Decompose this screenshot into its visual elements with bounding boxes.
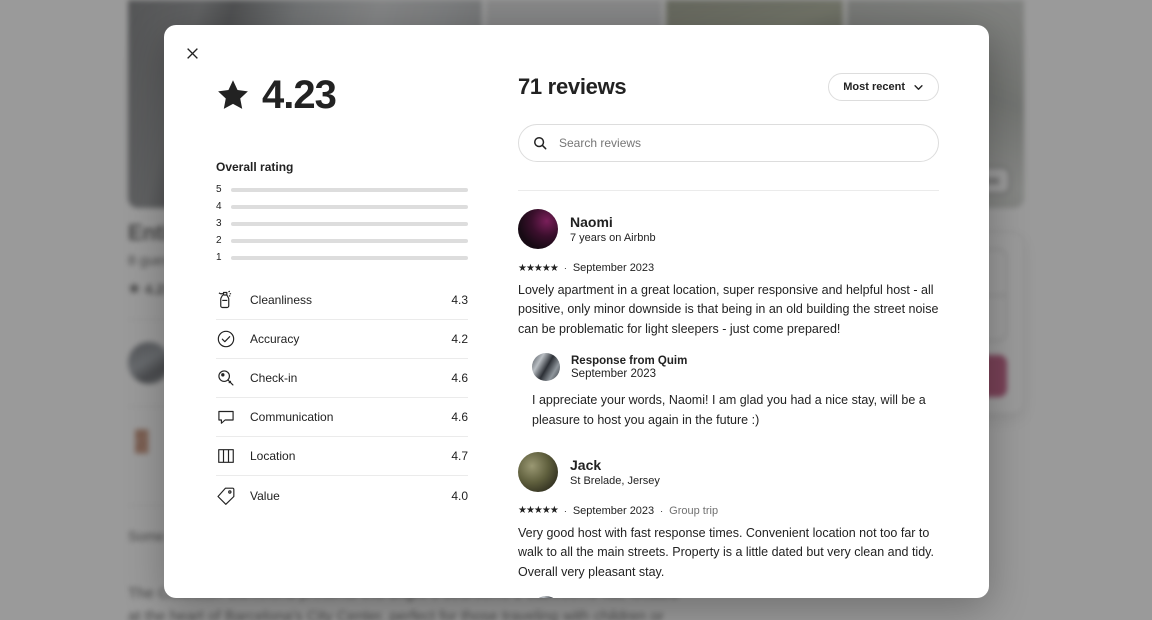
category-row-communication: Communication 4.6 [216, 398, 468, 437]
histogram-row: 1 [216, 252, 468, 263]
category-row-location: Location 4.7 [216, 437, 468, 476]
host-response-header: Response from Quim September 2023 [532, 596, 939, 598]
category-label: Accuracy [250, 332, 300, 346]
histogram-track [231, 238, 468, 243]
category-value: 4.7 [451, 449, 468, 463]
histogram-star-count: 4 [216, 201, 222, 212]
histogram-track [231, 255, 468, 260]
reviews-modal: 4.23 Overall rating 5 4 3 2 1 Cleanlines… [164, 25, 989, 598]
category-row-accuracy: Accuracy 4.2 [216, 320, 468, 359]
key-icon [216, 368, 236, 388]
avatar[interactable] [518, 209, 558, 249]
category-row-checkin: Check-in 4.6 [216, 359, 468, 398]
category-value: 4.3 [451, 293, 468, 307]
review-item: Jack St Brelade, Jersey ★★★★★ · Septembe… [518, 430, 939, 598]
histogram-star-count: 5 [216, 184, 222, 195]
review-meta: ★★★★★ · September 2023 · Group trip [518, 505, 939, 517]
review-item: Naomi 7 years on Airbnb ★★★★★ · Septembe… [518, 191, 939, 430]
review-text: Lovely apartment in a great location, su… [518, 283, 939, 336]
category-row-cleanliness: Cleanliness 4.3 [216, 281, 468, 320]
reviewer-name: Naomi [570, 214, 613, 230]
overall-score-value: 4.23 [262, 73, 337, 117]
search-input[interactable] [518, 124, 939, 162]
host-response-name: Response from Quim [571, 354, 688, 367]
check-circle-icon [216, 329, 236, 349]
category-label: Value [250, 488, 280, 503]
search-reviews-wrap [518, 124, 939, 162]
histogram-track [231, 187, 468, 192]
spray-bottle-icon [216, 290, 236, 310]
rating-histogram: 5 4 3 2 1 [216, 184, 468, 263]
reviewer-header: Naomi 7 years on Airbnb [518, 209, 939, 249]
separator-dot: · [563, 505, 567, 516]
reviewer-subtitle: St Brelade, Jersey [570, 474, 660, 487]
reviewer-header: Jack St Brelade, Jersey [518, 451, 939, 492]
host-response: Response from Quim September 2023 I real… [532, 596, 939, 598]
category-label: Check-in [250, 371, 298, 385]
star-rating: ★★★★★ [518, 262, 559, 274]
histogram-star-count: 2 [216, 235, 222, 246]
reviews-panel: 71 reviews Most recent Search reviews Na… [504, 65, 989, 598]
category-label: Communication [250, 410, 334, 424]
histogram-row: 5 [216, 184, 468, 195]
host-response: Response from Quim September 2023 I appr… [532, 353, 939, 430]
category-label: Location [250, 449, 296, 463]
star-icon [218, 80, 248, 109]
histogram-row: 3 [216, 218, 468, 229]
review-date: September 2023 [572, 504, 655, 517]
reviewer-subtitle: 7 years on Airbnb [570, 232, 656, 244]
overall-score-row: 4.23 [216, 75, 468, 115]
star-rating: ★★★★★ [518, 505, 559, 517]
category-ratings: Cleanliness 4.3 Accuracy 4.2 Check-in 4.… [216, 281, 468, 515]
histogram-row: 4 [216, 201, 468, 212]
ratings-panel: 4.23 Overall rating 5 4 3 2 1 Cleanlines… [164, 65, 504, 598]
reviews-count: 71 reviews [518, 74, 627, 99]
review-date: September 2023 [572, 262, 655, 274]
histogram-track [231, 221, 468, 226]
histogram-star-count: 3 [216, 218, 222, 229]
host-response-text: I appreciate your words, Naomi! I am gla… [532, 393, 926, 427]
category-label: Cleanliness [250, 293, 313, 307]
avatar[interactable] [532, 596, 560, 598]
avatar[interactable] [518, 451, 558, 492]
sort-dropdown[interactable]: Most recent [828, 73, 939, 101]
chevron-down-icon [914, 84, 923, 90]
tag-icon [216, 486, 236, 506]
category-value: 4.6 [451, 371, 468, 385]
map-icon [216, 446, 236, 466]
histogram-track [231, 204, 468, 209]
histogram-star-count: 1 [216, 252, 222, 263]
close-icon[interactable] [176, 37, 208, 69]
review-trip-type: Group trip [669, 504, 719, 517]
avatar[interactable] [532, 353, 560, 382]
category-value: 4.2 [451, 332, 468, 346]
category-row-value: Value 4.0 [216, 476, 468, 515]
host-response-name: Response from Quim [571, 598, 687, 599]
overall-rating-label: Overall rating [216, 160, 294, 174]
reviewer-name: Jack [570, 456, 602, 473]
reviews-header: 71 reviews Most recent [518, 65, 939, 101]
speech-bubble-icon [216, 407, 236, 427]
histogram-row: 2 [216, 235, 468, 246]
separator-dot: · [563, 263, 567, 273]
search-icon [534, 137, 547, 150]
sort-label: Most recent [843, 81, 905, 93]
review-text: Very good host with fast response times.… [518, 525, 934, 579]
host-response-header: Response from Quim September 2023 [532, 353, 939, 382]
category-value: 4.6 [451, 410, 468, 424]
separator-dot: · [660, 505, 664, 516]
review-meta: ★★★★★ · September 2023 [518, 262, 939, 274]
host-response-date: September 2023 [571, 367, 657, 380]
category-value: 4.0 [451, 488, 468, 503]
